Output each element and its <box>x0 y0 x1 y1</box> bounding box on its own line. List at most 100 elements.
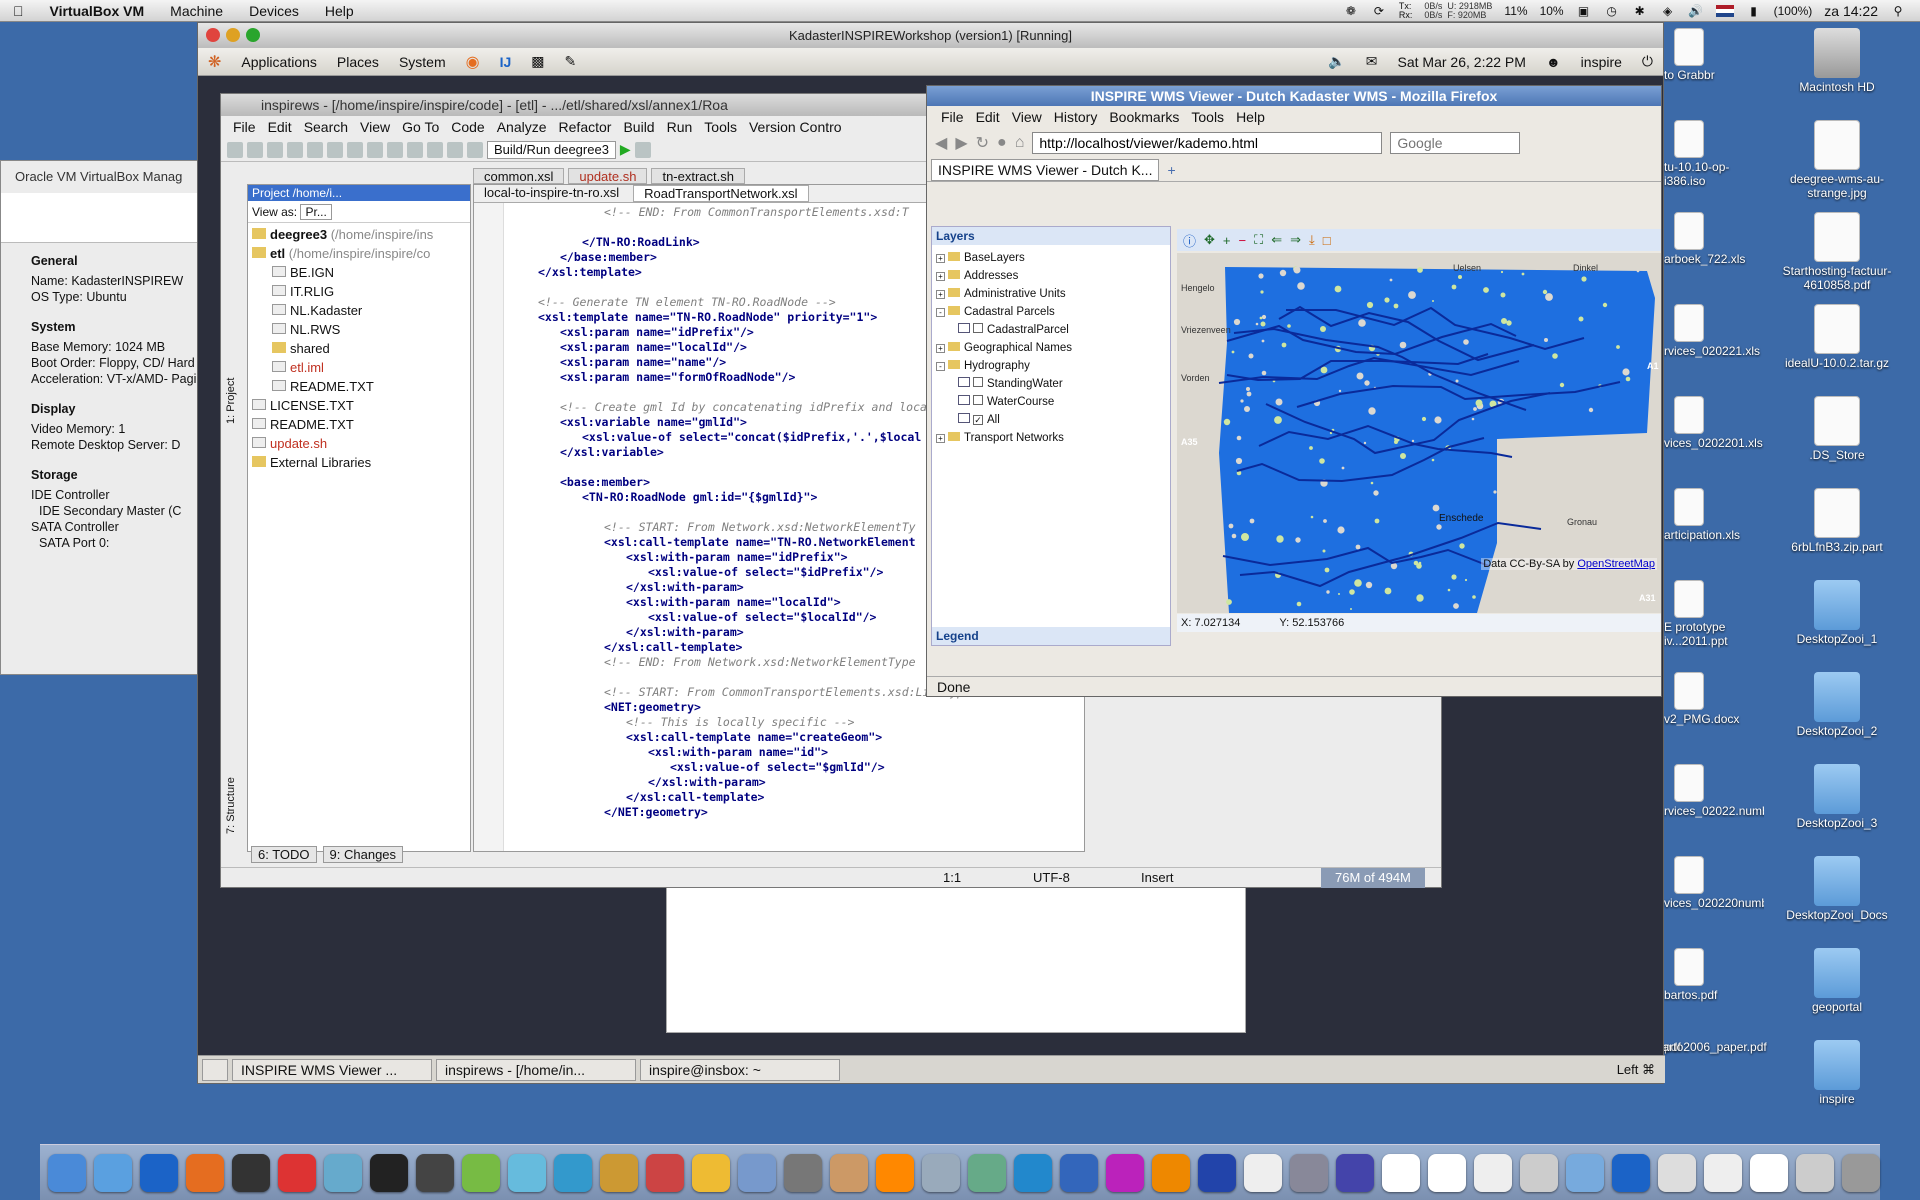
desktop-icon[interactable]: DesktopZooi_1 <box>1772 580 1902 672</box>
layer-item[interactable]: CadastralParcel <box>936 321 1170 339</box>
paw-icon[interactable]: ❁ <box>1343 4 1359 18</box>
layers-header[interactable]: Layers <box>932 227 1170 245</box>
menu-places[interactable]: Places <box>327 54 389 70</box>
task-terminal[interactable]: inspire@insbox: ~ <box>640 1058 840 1081</box>
dock-app-icon[interactable] <box>1612 1153 1650 1192</box>
apple-icon[interactable]:  <box>0 3 37 19</box>
sync-icon[interactable]: ⟳ <box>1371 4 1387 18</box>
layer-checkbox[interactable] <box>973 377 983 387</box>
tree-item[interactable]: NL.Kadaster <box>252 301 470 320</box>
desktop-icon[interactable]: geoportal <box>1772 948 1902 1040</box>
menu-app-name[interactable]: VirtualBox VM <box>37 3 158 19</box>
ide-menu-run[interactable]: Run <box>661 119 699 135</box>
expand-icon[interactable]: + <box>936 254 945 263</box>
menu-devices[interactable]: Devices <box>236 3 312 19</box>
dock-app-icon[interactable] <box>1474 1153 1512 1192</box>
stop-icon[interactable]: ● <box>997 134 1007 152</box>
redo-icon[interactable] <box>307 141 323 158</box>
layer-checkbox[interactable]: ✓ <box>973 415 983 425</box>
ubuntu-logo-icon[interactable]: ❋ <box>198 52 231 72</box>
dock-app-icon[interactable] <box>1658 1153 1696 1192</box>
ff-menu-history[interactable]: History <box>1048 109 1104 125</box>
expand-icon[interactable]: + <box>936 290 945 299</box>
dock-app-icon[interactable] <box>1750 1153 1788 1192</box>
layer-item[interactable]: + Administrative Units <box>936 285 1170 303</box>
dock-app-icon[interactable] <box>1014 1153 1052 1192</box>
tab-update-sh[interactable]: update.sh <box>568 168 648 184</box>
memory-indicator[interactable]: 76M of 494M <box>1321 868 1425 888</box>
desktop-icon[interactable]: DesktopZooi_3 <box>1772 764 1902 856</box>
menu-machine[interactable]: Machine <box>157 3 236 19</box>
open-icon[interactable] <box>227 141 243 158</box>
search-input[interactable] <box>1390 132 1521 154</box>
vbm-system-heading[interactable]: System <box>31 319 169 335</box>
project-toolwindow-button[interactable]: 1: Project <box>225 164 243 424</box>
dock-app-icon[interactable] <box>48 1153 86 1192</box>
ff-menu-edit[interactable]: Edit <box>970 109 1006 125</box>
back-icon[interactable] <box>427 141 443 158</box>
vm-titlebar[interactable]: KadasterINSPIREWorkshop (version1) [Runn… <box>198 23 1663 48</box>
vbm-storage-heading[interactable]: Storage <box>31 467 169 483</box>
dock-app-icon[interactable] <box>1704 1153 1742 1192</box>
desktop-icon[interactable]: deegree-wms-au-strange.jpg <box>1772 120 1902 212</box>
layer-item[interactable]: + Addresses <box>936 267 1170 285</box>
desktop-icon[interactable]: DesktopZooi_Docs <box>1772 856 1902 948</box>
vbm-general-heading[interactable]: General <box>31 253 169 269</box>
tree-item[interactable]: LICENSE.TXT <box>252 396 470 415</box>
task-firefox[interactable]: INSPIRE WMS Viewer ... <box>232 1058 432 1081</box>
tree-item[interactable]: shared <box>252 339 470 358</box>
caret-position[interactable]: 1:1 <box>943 868 961 888</box>
dock-app-icon[interactable] <box>1842 1153 1880 1192</box>
ide-menu-code[interactable]: Code <box>445 119 490 135</box>
zoom-icon[interactable] <box>246 28 260 42</box>
tab-common-xsl[interactable]: common.xsl <box>473 168 565 184</box>
zoom-extent-icon[interactable]: ⛶ <box>1254 232 1263 248</box>
tab-local-to-inspire[interactable]: local-to-inspire-tn-ro.xsl <box>474 185 629 202</box>
tree-item[interactable]: External Libraries <box>252 453 470 472</box>
vbm-display-heading[interactable]: Display <box>31 401 169 417</box>
tree-item[interactable]: etl (/home/inspire/inspire/co <box>252 244 470 263</box>
measure-line-icon[interactable]: ⤓ <box>1309 232 1315 248</box>
changes-tab[interactable]: 9: Changes <box>322 846 404 863</box>
dock-app-icon[interactable] <box>830 1153 868 1192</box>
dock-app-icon[interactable] <box>738 1153 776 1192</box>
layer-item[interactable]: + Transport Networks <box>936 429 1170 447</box>
layer-checkbox[interactable] <box>973 323 983 333</box>
volume-icon[interactable]: 🔊 <box>1688 4 1704 18</box>
desktop-icon[interactable]: inspire <box>1772 1040 1902 1132</box>
dock-app-icon[interactable] <box>1428 1153 1466 1192</box>
dock-app-icon[interactable] <box>140 1153 178 1192</box>
dock-app-icon[interactable] <box>554 1153 592 1192</box>
mail-icon[interactable]: ✉ <box>1356 53 1388 70</box>
ff-menu-file[interactable]: File <box>935 109 970 125</box>
spotlight-icon[interactable]: ⚲ <box>1890 4 1906 18</box>
file-encoding[interactable]: UTF-8 <box>1033 868 1070 888</box>
dock-app-icon[interactable] <box>646 1153 684 1192</box>
flag-nl-icon[interactable] <box>1715 4 1734 17</box>
dock-app-icon[interactable] <box>1060 1153 1098 1192</box>
dock-app-icon[interactable] <box>324 1153 362 1192</box>
dock-app-icon[interactable] <box>1382 1153 1420 1192</box>
ide-menu-refactor[interactable]: Refactor <box>553 119 618 135</box>
ide-menu-edit[interactable]: Edit <box>262 119 298 135</box>
ide-menu-tools[interactable]: Tools <box>698 119 743 135</box>
pan-icon[interactable]: ✥ <box>1204 232 1215 248</box>
layer-item[interactable]: + Geographical Names <box>936 339 1170 357</box>
cut-icon[interactable] <box>327 141 343 158</box>
dock-app-icon[interactable] <box>968 1153 1006 1192</box>
layer-checkbox[interactable] <box>973 395 983 405</box>
paste-icon[interactable] <box>367 141 383 158</box>
ide-menu-vcs[interactable]: Version Contro <box>743 119 848 135</box>
ide-menu-search[interactable]: Search <box>298 119 354 135</box>
power-icon[interactable]: ⏻ <box>1632 53 1663 70</box>
legend-header[interactable]: Legend <box>932 627 1170 645</box>
layer-item[interactable]: StandingWater <box>936 375 1170 393</box>
menu-system[interactable]: System <box>389 54 456 70</box>
layer-item[interactable]: WaterCourse <box>936 393 1170 411</box>
sync-icon[interactable] <box>267 141 283 158</box>
tree-item[interactable]: IT.RLIG <box>252 282 470 301</box>
desktop-icon[interactable]: Starthosting-factuur-4610858.pdf <box>1772 212 1902 304</box>
layer-item[interactable]: - Cadastral Parcels <box>936 303 1170 321</box>
desktop-icon[interactable]: Macintosh HD <box>1772 28 1902 120</box>
menu-help[interactable]: Help <box>312 3 367 19</box>
